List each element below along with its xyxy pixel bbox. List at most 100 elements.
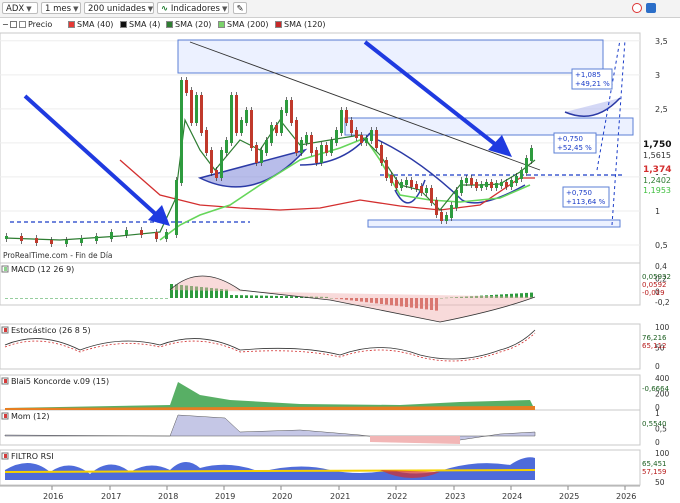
macd-bar: [135, 298, 138, 299]
watermark: ProRealTime.com - Fin de Día: [3, 251, 113, 260]
candle: [110, 232, 113, 239]
price-tag: 1,374: [643, 165, 671, 175]
stochastic-signal: [4, 332, 536, 362]
panel-tick-label: 400: [655, 374, 670, 383]
panel-color-swatch: [4, 379, 7, 383]
target-box-low: [367, 219, 621, 228]
macd-bar: [60, 298, 63, 299]
macd-bar: [290, 296, 293, 298]
panel-tick-label: 1: [655, 409, 660, 418]
macd-bar: [240, 295, 243, 298]
macd-bar: [85, 298, 88, 299]
macd-bar: [100, 298, 103, 299]
candle: [415, 184, 418, 189]
panel-tag: 76,216: [642, 334, 667, 342]
candle: [190, 90, 193, 123]
price-tag: 1,750: [643, 140, 671, 150]
macd-bar: [35, 298, 38, 299]
candle: [300, 140, 303, 153]
candle: [485, 182, 488, 187]
candle: [290, 100, 293, 123]
macd-bar: [245, 295, 248, 298]
macd-bar: [170, 284, 173, 298]
candle: [35, 238, 38, 243]
panel-title: Blai5 Koncorde v.09 (15): [11, 377, 109, 386]
candle: [165, 232, 168, 239]
candle: [80, 238, 83, 243]
rsi-area: [5, 457, 535, 480]
candle: [440, 212, 443, 221]
macd-bar: [40, 298, 43, 299]
koncorde-area: [5, 382, 535, 410]
macd-bar: [20, 298, 23, 299]
candle: [395, 180, 398, 188]
time-tick-label: 2022: [387, 492, 407, 501]
candle: [225, 140, 228, 153]
candle: [480, 184, 483, 188]
candle: [400, 182, 403, 188]
panel-tag: 65,451: [642, 460, 667, 468]
candle: [375, 130, 378, 148]
panel-color-swatch: [4, 414, 7, 418]
macd-bar: [145, 298, 148, 299]
macd-bar: [75, 298, 78, 299]
macd-bar: [235, 295, 238, 298]
candle: [425, 188, 428, 193]
gain-low-line2: +113,64 %: [566, 198, 606, 206]
price-tick-label: 1: [655, 207, 660, 216]
candle: [420, 186, 423, 193]
chart-canvas: +1,085 +49,21 % +0,750 +52,45 % +0,750 +…: [0, 32, 679, 501]
panel-tag: 0,5540: [642, 420, 667, 428]
panel-title: MACD (12 26 9): [11, 265, 74, 274]
panel-tag: -0,6664: [642, 385, 670, 393]
candle: [385, 160, 388, 178]
candle: [465, 178, 468, 183]
macd-bar: [15, 298, 18, 299]
candle: [370, 130, 373, 141]
panel-color-swatch: [4, 454, 7, 458]
candle: [475, 182, 478, 188]
candle: [235, 95, 238, 133]
candle: [380, 145, 383, 163]
macd-bar: [230, 295, 233, 298]
macd-signal: [169, 275, 536, 323]
candle: [505, 182, 508, 187]
macd-bar: [155, 298, 158, 299]
time-tick-label: 2018: [158, 492, 178, 501]
candle: [265, 140, 268, 153]
candle: [460, 180, 463, 193]
panel-tick-label: 100: [655, 323, 670, 332]
time-tick-label: 2020: [272, 492, 292, 501]
target-box-top: [177, 39, 604, 74]
candle: [230, 95, 233, 143]
price-tag: 1,2402: [643, 176, 671, 185]
panel-tick-label: 100: [655, 449, 670, 458]
macd-bar: [45, 298, 48, 299]
candle: [50, 240, 53, 244]
arrow-icon: [23, 94, 170, 226]
gain-mid-line2: +52,45 %: [557, 144, 592, 152]
time-tick-label: 2017: [101, 492, 121, 501]
price-tick-label: 0,5: [655, 241, 668, 250]
candle: [155, 232, 158, 239]
macd-bar: [270, 295, 273, 298]
indicator-panel: [0, 323, 641, 370]
candle: [65, 240, 68, 244]
candle: [245, 110, 248, 123]
candle: [20, 236, 23, 241]
candle: [350, 120, 353, 133]
candle: [240, 120, 243, 133]
time-tick-label: 2025: [559, 492, 579, 501]
time-tick-label: 2026: [616, 492, 636, 501]
macd-bar: [115, 298, 118, 299]
macd-bar: [25, 298, 28, 299]
gain-top-line2: +49,21 %: [575, 80, 610, 88]
macd-bar: [90, 298, 93, 299]
gain-top-line1: +1,085: [575, 71, 601, 79]
time-tick-label: 2021: [330, 492, 350, 501]
candle: [185, 80, 188, 93]
target-box-mid: [344, 117, 634, 136]
macd-bar: [130, 298, 133, 299]
panel-tag: 0,05932: [642, 273, 671, 281]
candle: [215, 170, 218, 178]
